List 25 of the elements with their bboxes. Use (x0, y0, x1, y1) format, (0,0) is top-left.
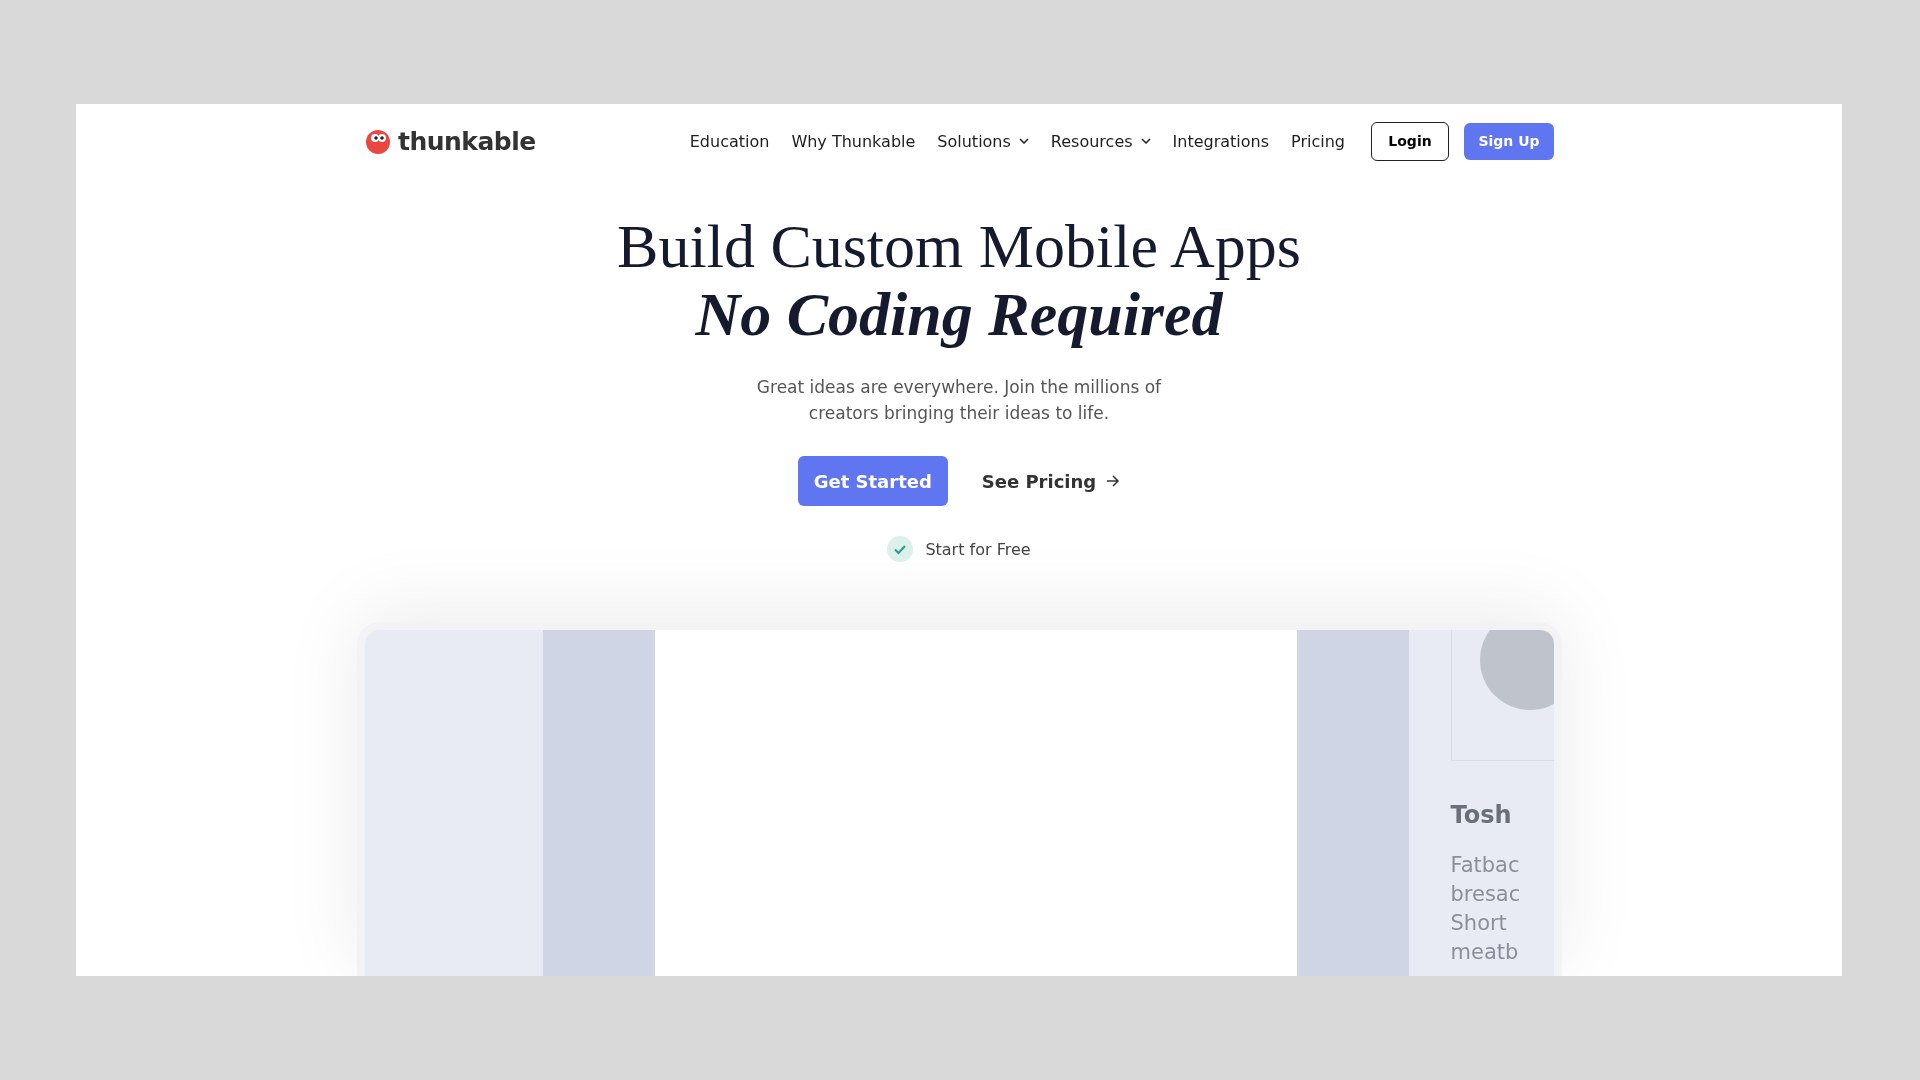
arrow-right-icon (1106, 475, 1121, 487)
chevron-down-icon (1140, 138, 1151, 144)
card-text: Short (1450, 910, 1508, 937)
login-button[interactable]: Login (1371, 121, 1449, 161)
nav-link[interactable]: Solutions (937, 131, 1029, 151)
headline: Build Custom Mobile Apps (617, 212, 1301, 280)
card-text: bresac (1450, 881, 1522, 908)
free-note: Start for Free (925, 539, 1031, 559)
get-started-button[interactable]: Get Started (797, 456, 948, 506)
nav-link[interactable]: Integrations (1172, 131, 1270, 151)
logo-wordmark[interactable]: thunkable (398, 126, 536, 156)
check-icon (887, 536, 914, 562)
logo-icon (364, 127, 392, 155)
subtitle: Great ideas are everywhere. Join the millions of creators bringing their ideas to life. (755, 376, 1163, 425)
nav-link[interactable]: Resources (1050, 131, 1151, 151)
see-pricing-link[interactable]: See Pricing (981, 470, 1121, 492)
nav-link[interactable]: Pricing (1291, 131, 1345, 151)
nav-link[interactable]: Why Thunkable (791, 131, 916, 151)
headline-emphasis: No Coding Required (695, 280, 1223, 348)
card-text: meatb (1450, 939, 1520, 966)
chevron-down-icon (1018, 138, 1029, 144)
signup-button[interactable]: Sign Up (1464, 122, 1554, 160)
nav-link[interactable]: Education (689, 131, 770, 151)
card-text: Fatbac (1450, 852, 1521, 879)
card-title: Tosh (1450, 801, 1513, 829)
